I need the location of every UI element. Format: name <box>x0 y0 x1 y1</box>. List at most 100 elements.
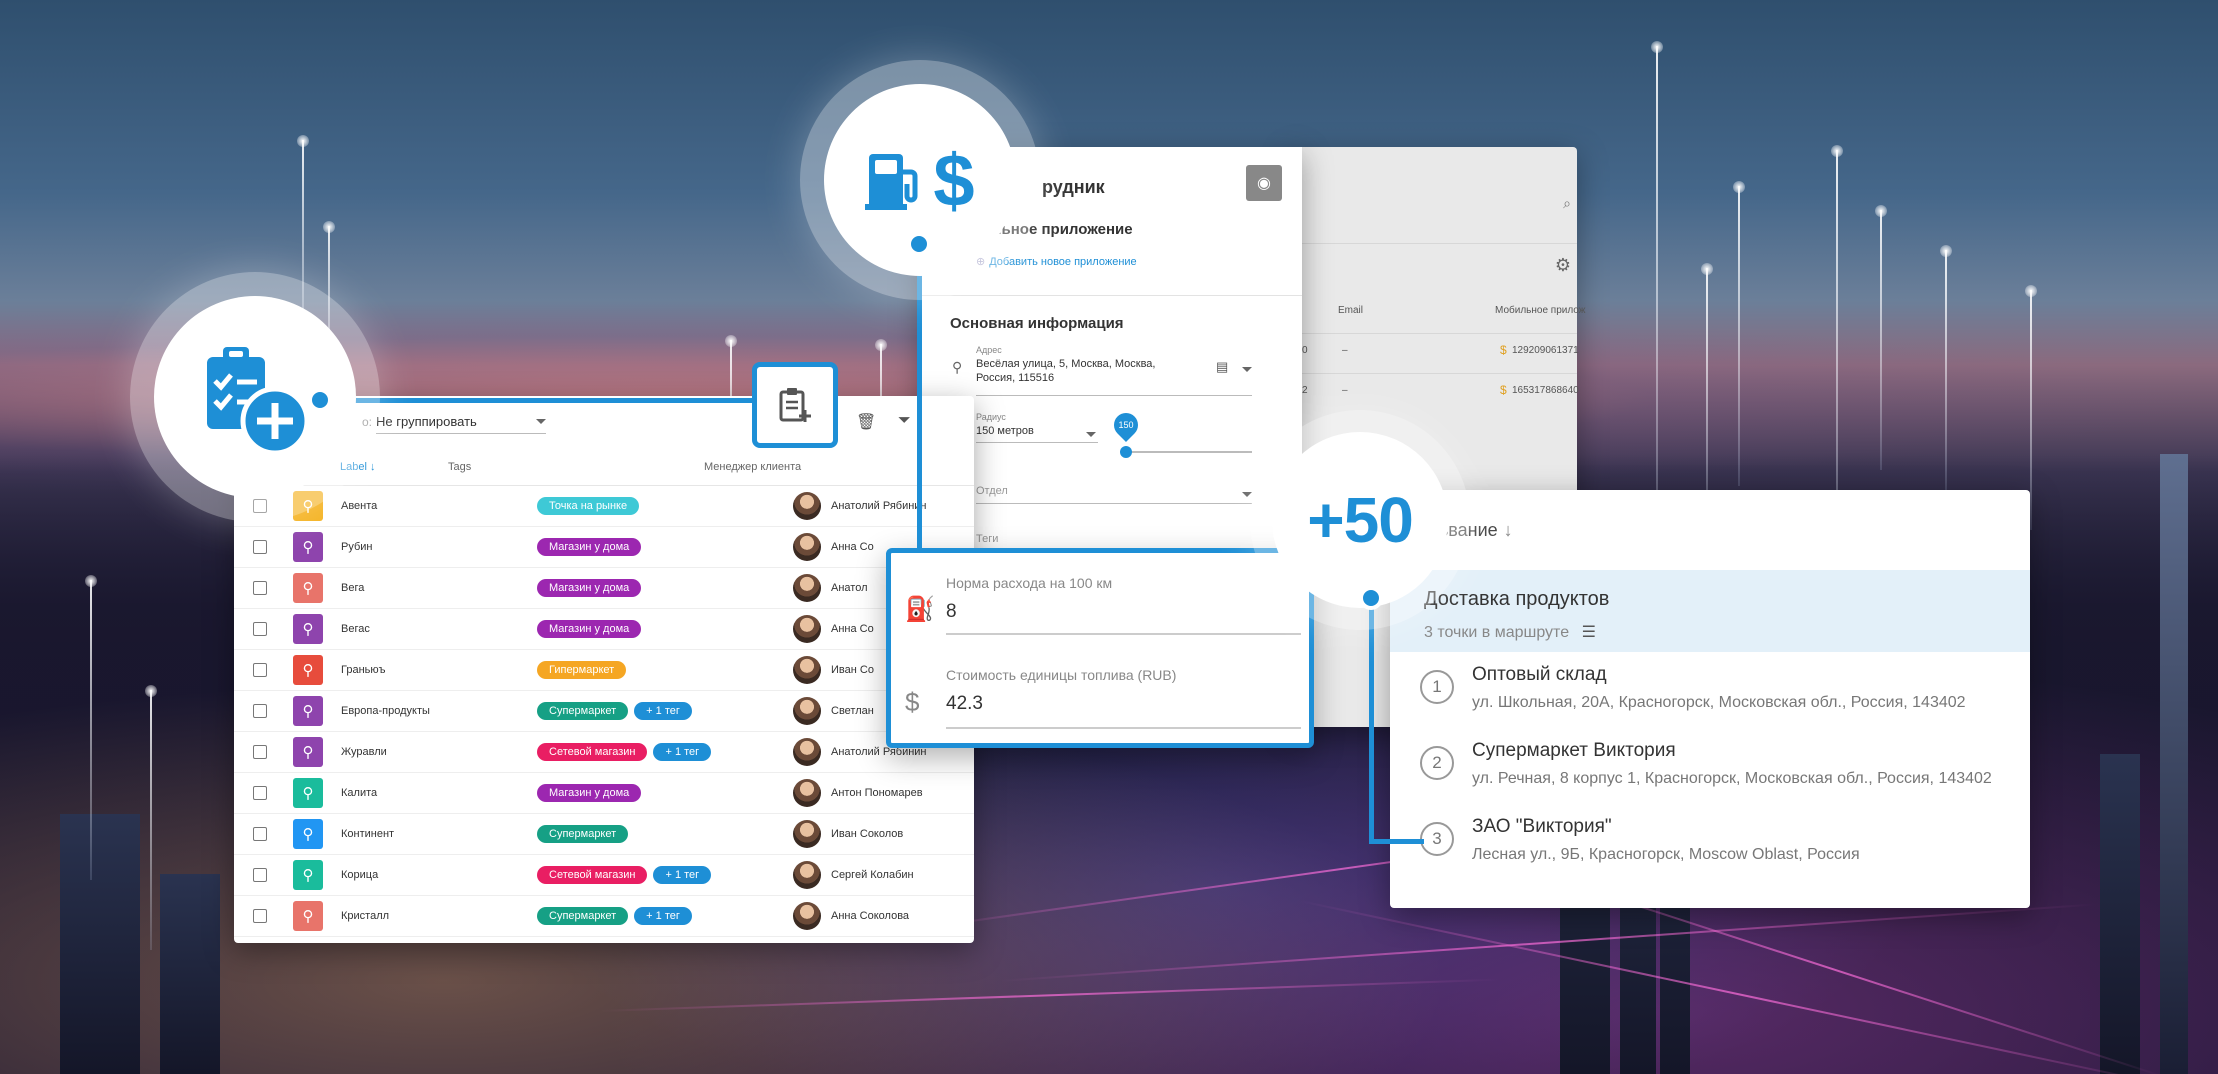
tag-chip[interactable]: + 1 тег <box>653 866 712 884</box>
tag-chip[interactable]: Гипермаркет <box>537 661 627 679</box>
row-checkbox[interactable] <box>253 663 267 677</box>
radius-slider-handle[interactable] <box>1120 446 1132 458</box>
search-icon[interactable]: ⌕ <box>1563 195 1571 212</box>
customer-tags: Точка на рынке <box>537 497 793 515</box>
filter-icon[interactable]: ⏷ <box>898 412 911 430</box>
table-row[interactable]: ⚲ Рубин Магазин у дома Анна Со <box>234 527 974 568</box>
customer-name[interactable]: Европа-продукты <box>323 705 537 717</box>
customer-name[interactable]: Авента <box>323 500 537 512</box>
customer-name[interactable]: Вегас <box>323 623 537 635</box>
map-icon[interactable]: ▤ <box>1216 359 1228 375</box>
manager-name: Анна Соколова <box>831 910 910 922</box>
tag-chip[interactable]: Магазин у дома <box>537 538 642 556</box>
tag-chip[interactable]: + 1 тег <box>653 743 712 761</box>
table-row[interactable]: ⚲ Кристалл Супермаркет + 1 тег Анна Сокол… <box>234 896 974 937</box>
table-row[interactable]: ⚲ Граньюъ Гипермаркет Иван Со <box>234 650 974 691</box>
bg-column-email: Email <box>1338 305 1364 316</box>
department-select[interactable]: Отдел <box>976 485 1008 499</box>
tag-chip[interactable]: Супермаркет <box>537 825 629 843</box>
customer-manager: Светлан <box>793 697 874 725</box>
chevron-down-icon[interactable] <box>1086 432 1096 437</box>
address-field[interactable]: Весёлая улица, 5, Москва, Москва, Россия… <box>976 358 1176 386</box>
routes-sort-header[interactable]: звание ↓ <box>1390 490 2030 570</box>
camera-icon[interactable]: ◉ <box>1246 165 1282 201</box>
table-row[interactable]: ⚲ Журавли Сетевой магазин + 1 тег Анатоли… <box>234 732 974 773</box>
customer-tags: Супермаркет + 1 тег <box>537 907 793 925</box>
tag-chip[interactable]: Магазин у дома <box>537 579 642 597</box>
stop-name: Супермаркет Виктория <box>1472 740 1676 761</box>
connector-dot <box>907 232 931 256</box>
fuel-settings-popup: ⛽ Норма расхода на 100 км 8 $ Стоимость … <box>886 548 1314 748</box>
map-pin-icon: ⚲ <box>293 819 323 849</box>
group-by-select[interactable]: Не группировать <box>376 410 547 434</box>
table-row[interactable]: ⚲ Вега Магазин у дома Анатол <box>234 568 974 609</box>
customer-tags: Сетевой магазин + 1 тег <box>537 866 793 884</box>
table-row[interactable]: ⚲ Европа-продукты Супермаркет + 1 тег Све… <box>234 691 974 732</box>
customer-name[interactable]: Кристалл <box>323 910 537 922</box>
tags-field[interactable]: Теги <box>976 533 998 547</box>
row-checkbox[interactable] <box>253 581 267 595</box>
tag-chip[interactable]: Магазин у дома <box>537 784 642 802</box>
fuel-rate-input[interactable]: 8 <box>946 601 957 623</box>
map-pin-icon: ⚲ <box>293 901 323 931</box>
fuel-cost-input[interactable]: 42.3 <box>946 693 983 715</box>
table-row[interactable]: ⚲ Авента Точка на рынке Анатолий Рябинин <box>234 486 974 527</box>
tag-chip[interactable]: Сетевой магазин <box>537 743 648 761</box>
row-checkbox[interactable] <box>253 745 267 759</box>
customer-name[interactable]: Вега <box>323 582 537 594</box>
fuel-cost-label: Стоимость единицы топлива (RUB) <box>946 667 1177 683</box>
avatar <box>793 779 821 807</box>
avatar <box>793 615 821 643</box>
tag-chip[interactable]: Супермаркет <box>537 702 629 720</box>
row-checkbox[interactable] <box>253 827 267 841</box>
chevron-down-icon[interactable] <box>1242 492 1252 497</box>
avatar <box>793 861 821 889</box>
map-pin-icon: ⚲ <box>293 737 323 767</box>
customer-tags: Магазин у дома <box>537 620 793 638</box>
tag-chip[interactable]: Магазин у дома <box>537 620 642 638</box>
map-pin-icon: ⚲ <box>293 614 323 644</box>
radius-label: Радиус <box>976 412 1006 422</box>
customer-manager: Анна Со <box>793 533 874 561</box>
connector-dot <box>308 388 332 412</box>
table-row[interactable]: ⚲ Корица Сетевой магазин + 1 тег Сергей К… <box>234 855 974 896</box>
list-icon: ☰ <box>1581 624 1596 641</box>
row-checkbox[interactable] <box>253 540 267 554</box>
column-tags-header[interactable]: Tags <box>448 461 704 473</box>
add-to-report-button[interactable] <box>752 362 838 448</box>
radius-slider-track[interactable] <box>1126 451 1252 453</box>
row-checkbox[interactable] <box>253 786 267 800</box>
tag-chip[interactable]: + 1 тег <box>634 907 692 925</box>
table-row[interactable]: ⚲ Континент Супермаркет Иван Соколов <box>234 814 974 855</box>
customer-manager: Сергей Колабин <box>793 861 914 889</box>
row-checkbox[interactable] <box>253 909 267 923</box>
row-checkbox[interactable] <box>253 868 267 882</box>
customer-name[interactable]: Рубин <box>323 541 537 553</box>
tag-chip[interactable]: Супермаркет <box>537 907 629 925</box>
settings-icon[interactable]: ⚙ <box>1555 255 1571 276</box>
table-row[interactable]: ⚲ Калита Магазин у дома Антон Пономарев <box>234 773 974 814</box>
customer-name[interactable]: Континент <box>323 828 537 840</box>
table-row[interactable]: ⚲ Вегас Магазин у дома Анна Со <box>234 609 974 650</box>
row-checkbox[interactable] <box>253 622 267 636</box>
customer-name[interactable]: Журавли <box>323 746 537 758</box>
customer-manager: Анна Соколова <box>793 902 909 930</box>
tag-chip[interactable]: + 1 тег <box>634 702 692 720</box>
customer-name[interactable]: Граньюъ <box>323 664 537 676</box>
selected-route-row[interactable]: Доставка продуктов 3 точки в маршруте ☰ <box>1390 570 2030 652</box>
radius-select[interactable]: 150 метров <box>976 425 1034 439</box>
customer-tags: Гипермаркет <box>537 661 793 679</box>
stop-address: ул. Речная, 8 корпус 1, Красногорск, Мос… <box>1472 770 1992 787</box>
customer-name[interactable]: Корица <box>323 869 537 881</box>
chevron-down-icon[interactable] <box>1242 367 1252 372</box>
tag-chip[interactable]: Сетевой магазин <box>537 866 648 884</box>
trash-icon[interactable]: 🗑 <box>856 412 876 432</box>
row-checkbox[interactable] <box>253 704 267 718</box>
fuel-pump-icon: ⛽ <box>905 596 935 623</box>
fuel-rate-label: Норма расхода на 100 км <box>946 575 1113 591</box>
stop-number: 2 <box>1420 746 1454 780</box>
customers-table-body: ⚲ Авента Точка на рынке Анатолий Рябинин… <box>234 486 974 937</box>
tag-chip[interactable]: Точка на рынке <box>537 497 640 515</box>
customer-name[interactable]: Калита <box>323 787 537 799</box>
column-manager-header[interactable]: Менеджер клиента <box>704 461 904 473</box>
